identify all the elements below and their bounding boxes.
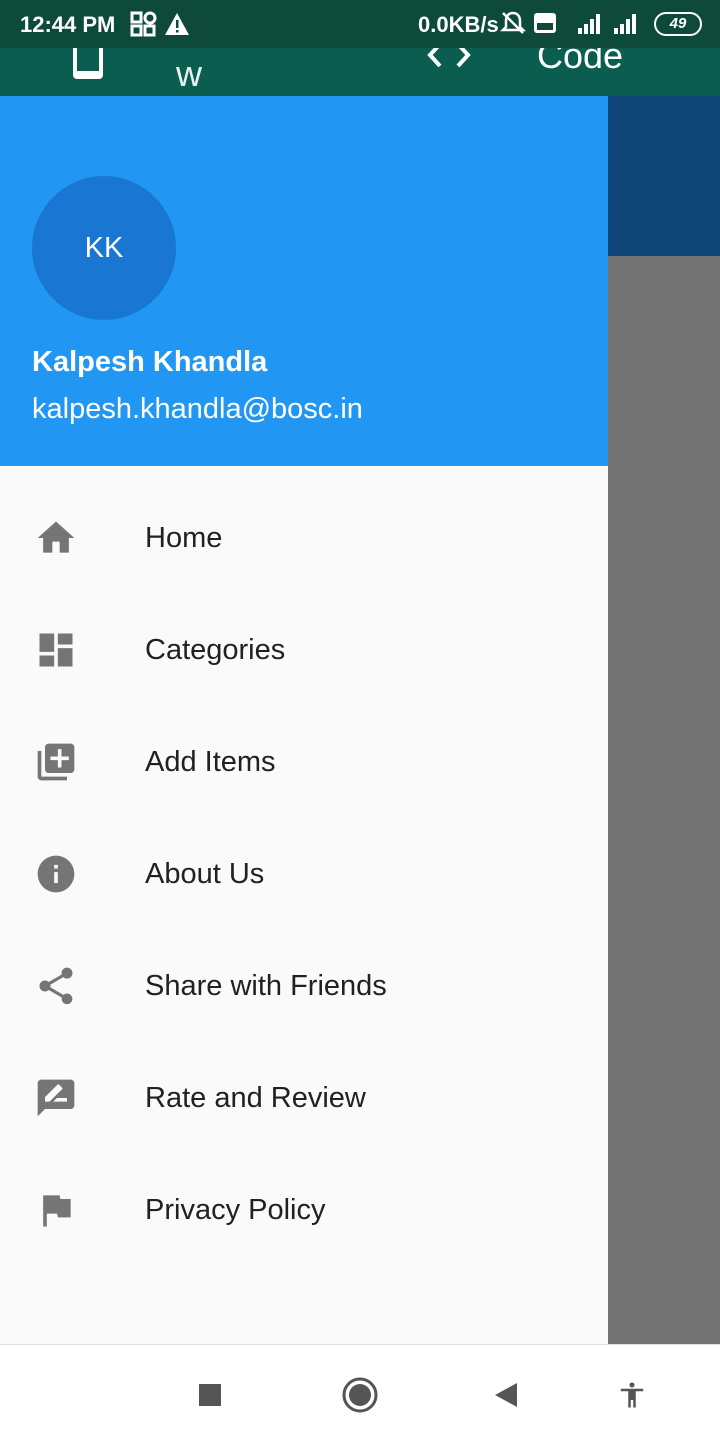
info-icon (34, 852, 78, 896)
drawer-item-home[interactable]: Home (0, 482, 608, 594)
account-email: kalpesh.khandla@bosc.in (32, 393, 363, 425)
system-nav-bar (0, 1344, 720, 1440)
account-name: Kalpesh Khandla (32, 346, 268, 378)
drawer-item-label: Home (145, 521, 223, 554)
drawer-item-label: About Us (145, 857, 265, 890)
drawer-item-rate-review[interactable]: Rate and Review (0, 1042, 608, 1154)
home-circle-icon[interactable] (340, 1375, 380, 1415)
drawer-item-about-us[interactable]: About Us (0, 818, 608, 930)
navigation-drawer: KK Kalpesh Khandla kalpesh.khandla@bosc.… (0, 96, 608, 1344)
drawer-item-label: Add Items (145, 745, 276, 778)
battery-icon: 49 (654, 12, 702, 36)
flag-icon (34, 1188, 78, 1232)
background-app-bar (608, 96, 720, 256)
library-add-icon (34, 740, 78, 784)
status-time: 12:44 PM (20, 12, 116, 37)
grid-icon (130, 11, 157, 37)
share-icon (34, 964, 78, 1008)
dashboard-icon (34, 628, 78, 672)
status-icons-left (130, 11, 190, 43)
signal-icon (614, 14, 637, 34)
volte-icon (534, 13, 557, 33)
rate-review-icon (34, 1076, 78, 1120)
warning-icon (165, 13, 190, 35)
drawer-header: KK Kalpesh Khandla kalpesh.khandla@bosc.… (0, 96, 608, 466)
screen: Preview Code 12:44 PM 0.0KB/s (0, 0, 720, 1440)
drawer-item-label: Privacy Policy (145, 1193, 326, 1226)
drawer-item-label: Categories (145, 633, 286, 666)
drawer-item-categories[interactable]: Categories (0, 594, 608, 706)
drawer-item-add-items[interactable]: Add Items (0, 706, 608, 818)
status-icons-right (499, 10, 642, 42)
recents-icon[interactable] (190, 1375, 230, 1415)
home-icon (34, 516, 78, 560)
back-icon[interactable] (486, 1375, 526, 1415)
mute-bell-icon (499, 11, 527, 34)
drawer-item-label: Share with Friends (145, 969, 387, 1002)
drawer-item-label: Rate and Review (145, 1081, 366, 1114)
avatar[interactable]: KK (32, 176, 176, 320)
drawer-item-privacy-policy[interactable]: Privacy Policy (0, 1154, 608, 1266)
drawer-item-share[interactable]: Share with Friends (0, 930, 608, 1042)
signal-4g-icon (578, 14, 601, 34)
accessibility-icon[interactable] (612, 1375, 652, 1415)
status-bar: 12:44 PM 0.0KB/s 49 (0, 0, 720, 48)
network-speed: 0.0KB/s (418, 12, 499, 37)
